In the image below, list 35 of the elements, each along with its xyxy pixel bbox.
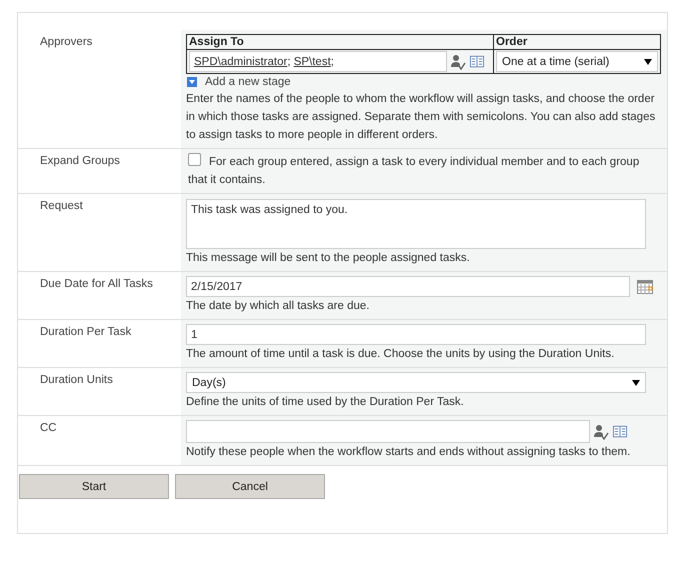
dropdown[interactable]: Day(s) bbox=[186, 372, 646, 393]
field-label: Approvers bbox=[40, 36, 92, 48]
caret-icon bbox=[644, 58, 652, 64]
check-names-icon[interactable] bbox=[450, 54, 466, 70]
form-button[interactable]: Start bbox=[19, 474, 169, 499]
help-text: This message will be sent to the people assigned tasks. bbox=[186, 251, 471, 266]
column-header: Assign To bbox=[186, 34, 494, 50]
field-label: Request bbox=[40, 200, 83, 212]
help-text: The amount of time until a task is due. Choose the units by using the Duration Units. bbox=[186, 347, 616, 362]
column-header: Order bbox=[494, 34, 660, 50]
dropdown[interactable]: One at a time (serial) bbox=[496, 51, 658, 72]
help-text: Enter the names of the people to whom the workflow will assign tasks, and choose the order in which those tasks are assigned. Separate them with semicolons. You can also add stages to assign tasks to more people in different orders. bbox=[186, 92, 656, 143]
address-book-icon[interactable] bbox=[612, 424, 628, 438]
help-text: The date by which all tasks are due. bbox=[186, 299, 370, 314]
checkbox[interactable] bbox=[188, 153, 201, 166]
calendar-icon[interactable] bbox=[637, 280, 653, 294]
date-field[interactable]: 2/15/2017 bbox=[186, 276, 630, 297]
people-field[interactable] bbox=[186, 420, 590, 443]
message-field[interactable]: This task was assigned to you. bbox=[186, 199, 646, 249]
address-book-icon[interactable] bbox=[469, 54, 485, 68]
check-names-icon[interactable] bbox=[593, 424, 609, 440]
help-text: For each group entered, assign a task to every individual member and to each group that it contains. bbox=[186, 153, 661, 189]
add-stage-link[interactable]: Add a new stage bbox=[205, 76, 291, 88]
form-button[interactable]: Cancel bbox=[175, 474, 325, 499]
field-label: Due Date for All Tasks bbox=[40, 278, 153, 290]
duration-field[interactable]: 1 bbox=[186, 324, 646, 345]
field-label: Duration Units bbox=[40, 374, 113, 386]
expand-icon[interactable] bbox=[187, 77, 197, 87]
field-label: Expand Groups bbox=[40, 155, 120, 167]
field-label: Duration Per Task bbox=[40, 326, 132, 338]
help-text: Notify these people when the workflow starts and ends without assigning tasks to them. bbox=[186, 445, 632, 460]
field-label: CC bbox=[40, 422, 57, 434]
caret-icon bbox=[632, 380, 640, 386]
people-field[interactable]: SPD\administrator; SP\test; bbox=[189, 51, 447, 72]
help-text: Define the units of time used by the Duration Per Task. bbox=[186, 395, 465, 410]
